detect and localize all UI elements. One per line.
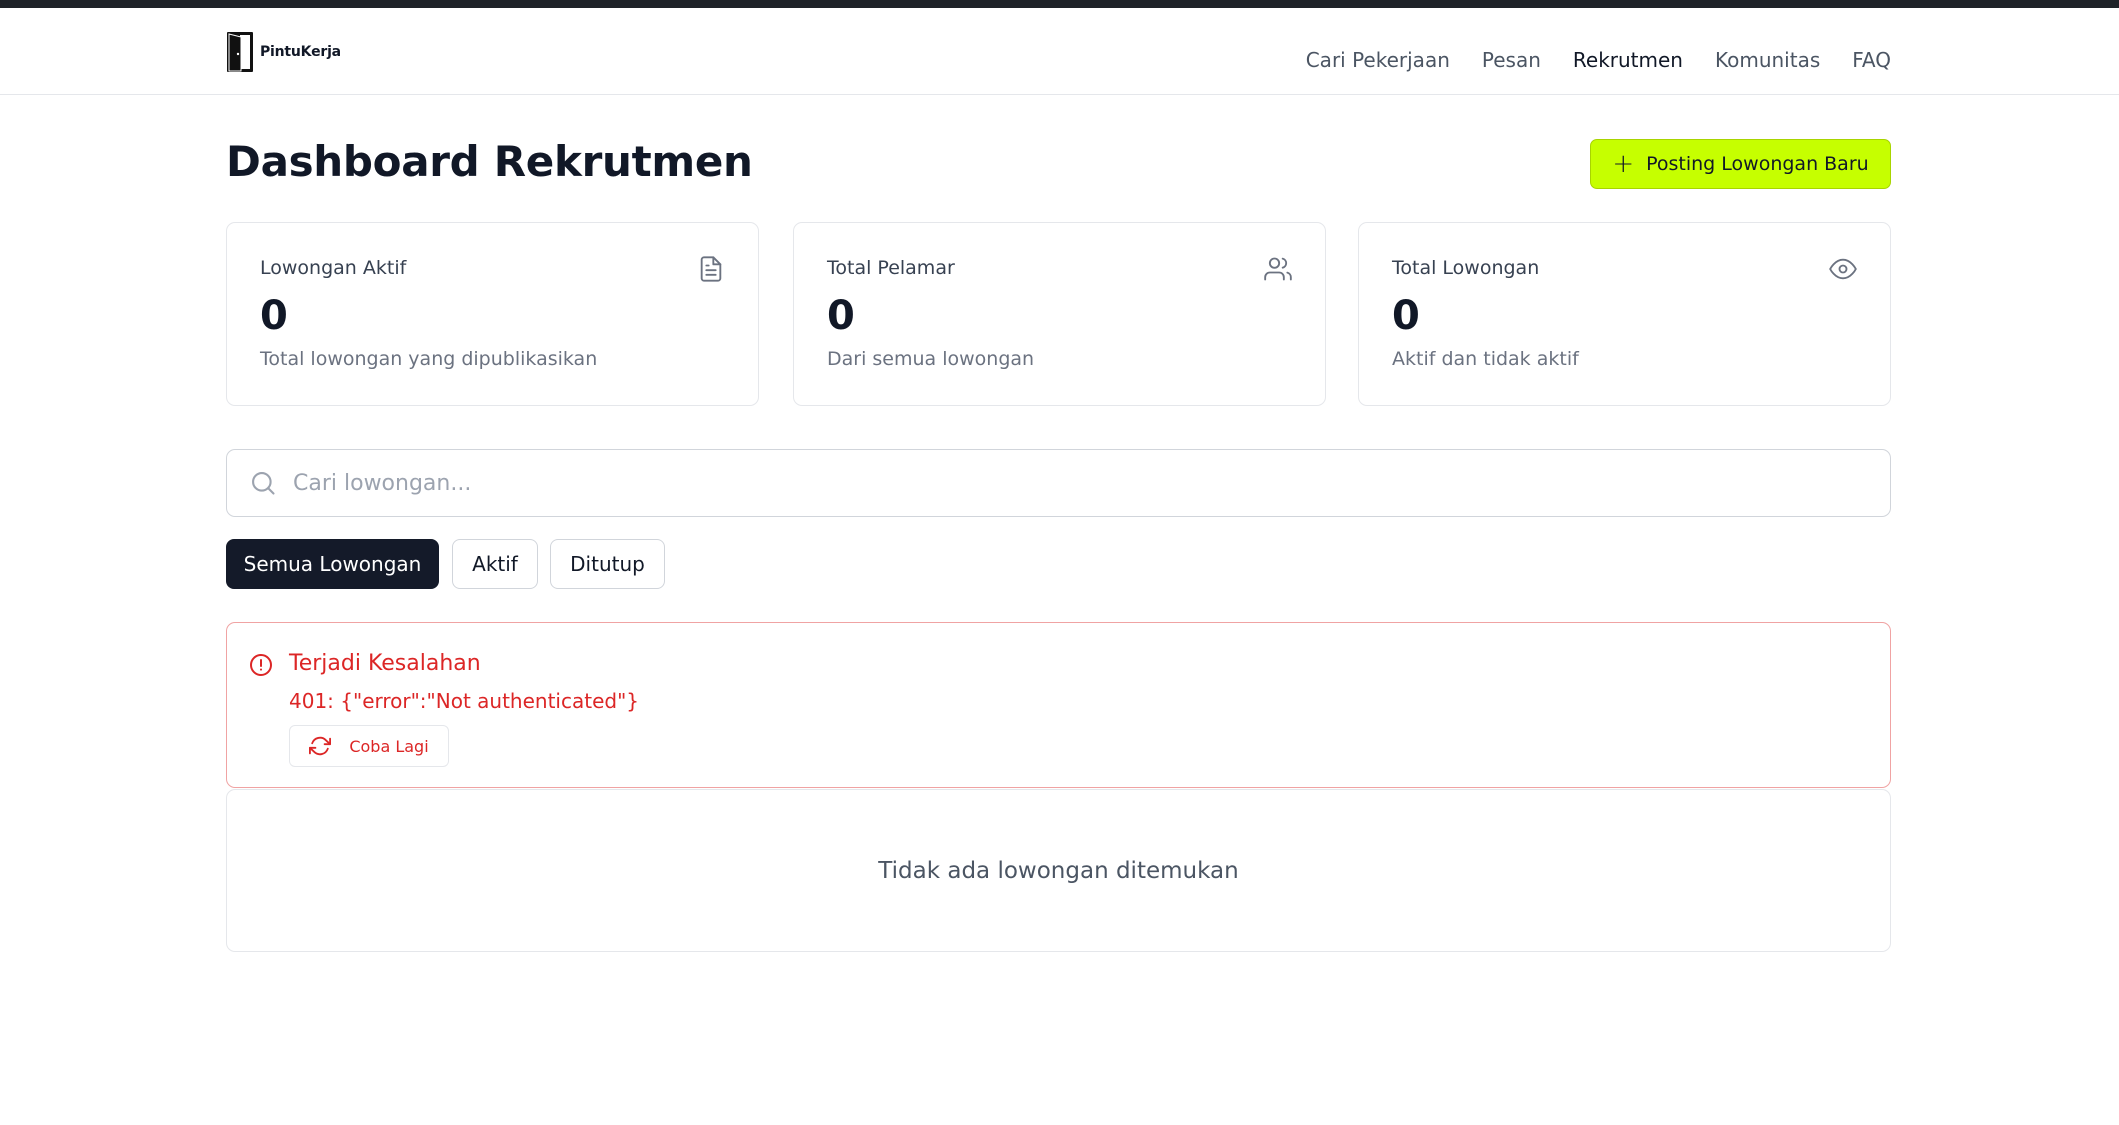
empty-state-message: Tidak ada lowongan ditemukan — [878, 857, 1239, 884]
stat-card-total-jobs: Total Lowongan 0 Aktif dan tidak aktif — [1358, 222, 1891, 406]
users-icon — [1264, 257, 1292, 281]
eye-icon — [1829, 258, 1857, 280]
plus-icon: + — [1612, 149, 1635, 179]
error-message: 401: {"error":"Not authenticated"} — [289, 689, 639, 713]
nav-item-rekrutmen[interactable]: Rekrutmen — [1573, 48, 1683, 72]
refresh-icon — [309, 736, 332, 756]
document-icon — [700, 256, 722, 282]
site-header: PintuKerja Cari Pekerjaan Pesan Rekrutme… — [0, 8, 2119, 95]
filter-active[interactable]: Aktif — [452, 539, 538, 589]
error-alert: Terjadi Kesalahan 401: {"error":"Not aut… — [226, 622, 1891, 788]
stat-value: 0 — [1392, 293, 1420, 339]
main-nav: Cari Pekerjaan Pesan Rekrutmen Komunitas… — [1306, 16, 1891, 103]
retry-label: Coba Lagi — [349, 736, 429, 756]
stat-description: Dari semua lowongan — [827, 348, 1035, 370]
alert-circle-icon — [250, 654, 272, 676]
stat-value: 0 — [260, 293, 288, 339]
post-new-job-label: Posting Lowongan Baru — [1646, 153, 1869, 175]
page-title: Dashboard Rekrutmen — [226, 137, 753, 186]
empty-state: Tidak ada lowongan ditemukan — [226, 789, 1891, 952]
nav-item-cari-pekerjaan[interactable]: Cari Pekerjaan — [1306, 48, 1450, 72]
stat-card-active-jobs: Lowongan Aktif 0 Total lowongan yang dip… — [226, 222, 759, 406]
brand-name: PintuKerja — [260, 44, 341, 60]
error-title: Terjadi Kesalahan — [289, 651, 481, 676]
search-icon — [252, 472, 275, 495]
filter-all-jobs[interactable]: Semua Lowongan — [226, 539, 439, 589]
stat-description: Total lowongan yang dipublikasikan — [260, 348, 598, 370]
top-accent-bar — [0, 0, 2119, 8]
nav-item-pesan[interactable]: Pesan — [1482, 48, 1541, 72]
search-bar — [226, 449, 1891, 517]
stat-label: Lowongan Aktif — [260, 257, 407, 279]
stat-label: Total Lowongan — [1392, 257, 1540, 279]
stat-card-total-applicants: Total Pelamar 0 Dari semua lowongan — [793, 222, 1326, 406]
stat-label: Total Pelamar — [827, 257, 955, 279]
nav-item-faq[interactable]: FAQ — [1852, 48, 1891, 72]
stat-value: 0 — [827, 293, 855, 339]
stat-description: Aktif dan tidak aktif — [1392, 348, 1579, 370]
brand-logo[interactable]: PintuKerja — [226, 30, 341, 74]
search-input[interactable] — [293, 453, 1890, 513]
retry-button[interactable]: Coba Lagi — [289, 725, 449, 767]
door-logo-icon — [227, 32, 253, 72]
post-new-job-button[interactable]: + Posting Lowongan Baru — [1590, 139, 1891, 189]
filter-closed[interactable]: Ditutup — [550, 539, 665, 589]
nav-item-komunitas[interactable]: Komunitas — [1715, 48, 1820, 72]
